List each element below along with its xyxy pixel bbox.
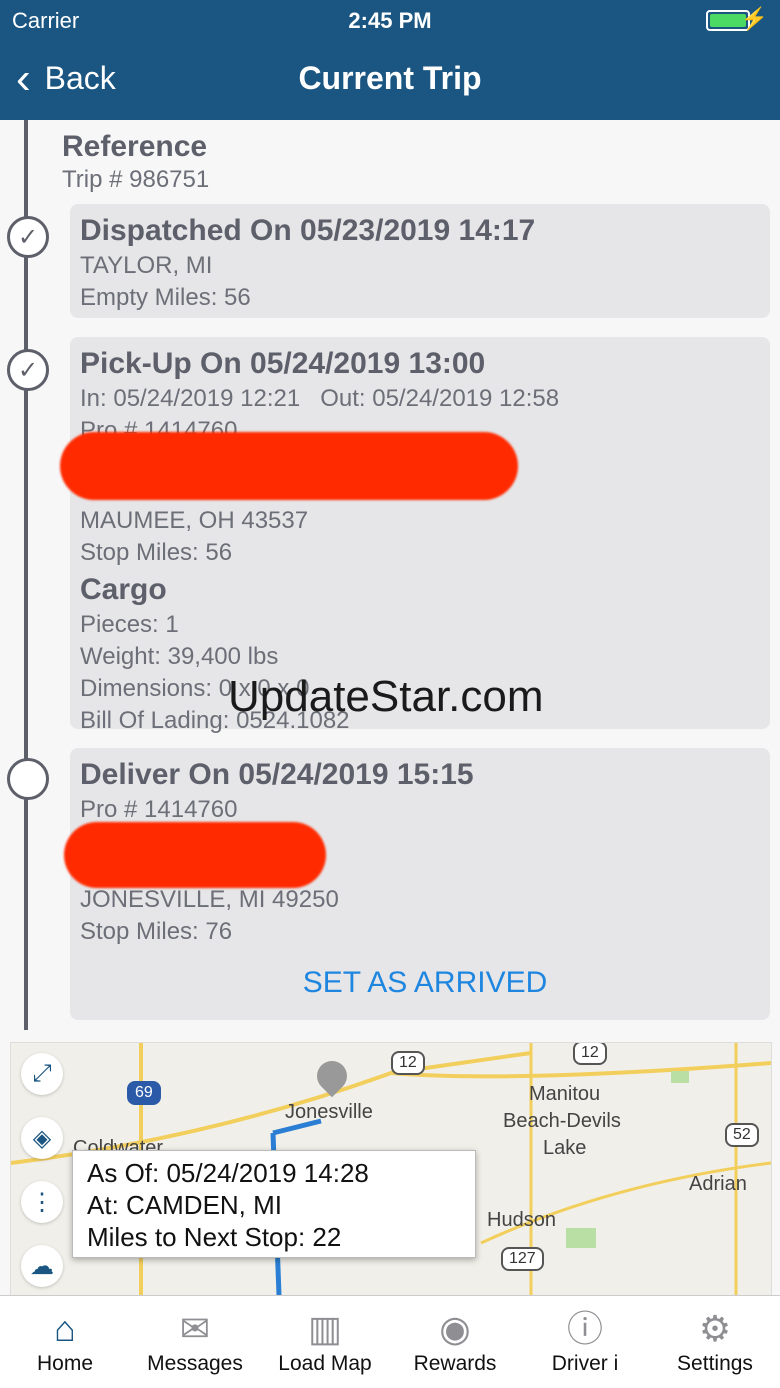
gear-icon: ⚙ — [698, 1308, 732, 1349]
location-popup: As Of: 05/24/2019 14:28 At: CAMDEN, MI M… — [72, 1150, 476, 1258]
tab-rewards[interactable]: ◉ Rewards — [390, 1296, 520, 1388]
traffic-icon[interactable]: ⋮ — [21, 1181, 63, 1223]
status-bar: Carrier 2:45 PM ⚡ — [0, 0, 780, 40]
map-icon: ▥ — [307, 1308, 342, 1349]
charging-icon: ⚡ — [740, 6, 768, 31]
tab-label: Settings — [677, 1352, 753, 1375]
home-icon: ⌂ — [54, 1308, 76, 1349]
route-shield-127: 127 — [501, 1247, 544, 1271]
check-circle-icon: ✓ — [7, 349, 49, 391]
tab-label: Driver i — [551, 1352, 619, 1375]
tab-label: Messages — [147, 1352, 243, 1375]
popup-location: At: CAMDEN, MI — [87, 1190, 283, 1220]
pickup-out-time: Out: 05/24/2019 12:58 — [320, 385, 560, 412]
route-shield-52: 52 — [725, 1123, 759, 1147]
pickup-stop-miles: Stop Miles: 56 — [80, 539, 233, 566]
set-as-arrived-button[interactable]: SET AS ARRIVED — [80, 966, 770, 1000]
trip-number: Trip # 986751 — [62, 166, 210, 193]
nav-header: Carrier 2:45 PM ⚡ ‹ Back Current Trip — [0, 0, 780, 120]
empty-miles: Empty Miles: 56 — [80, 284, 251, 311]
pickup-location: MAUMEE, OH 43537 — [80, 507, 309, 534]
popup-miles-next-stop: Miles to Next Stop: 22 — [87, 1222, 342, 1252]
popup-as-of: As Of: 05/24/2019 14:28 — [87, 1158, 369, 1188]
map-label-manitou: Manitou — [529, 1083, 601, 1105]
tab-driver-i[interactable]: ⓘ Driver i — [520, 1296, 650, 1388]
layers-icon[interactable]: ◈ — [21, 1117, 63, 1159]
check-circle-icon: ✓ — [7, 216, 49, 258]
route-shield-12: 12 — [573, 1043, 607, 1065]
rewards-icon: ◉ — [439, 1308, 471, 1349]
pickup-heading: Pick-Up On 05/24/2019 13:00 — [80, 347, 486, 380]
tab-home[interactable]: ⌂ Home — [0, 1296, 130, 1388]
map-label-adrian: Adrian — [689, 1173, 747, 1195]
envelope-icon: ✉ — [179, 1308, 211, 1349]
deliver-pro-number: Pro # 1414760 — [80, 796, 238, 823]
weather-icon[interactable]: ☁ — [21, 1245, 63, 1287]
tab-bar: ⌂ Home ✉ Messages ▥ Load Map ◉ Rewards ⓘ… — [0, 1295, 780, 1388]
dispatched-heading: Dispatched On 05/23/2019 14:17 — [80, 214, 536, 247]
expand-icon[interactable]: ⤢ — [21, 1053, 63, 1095]
deliver-location: JONESVILLE, MI 49250 — [80, 886, 339, 913]
tab-messages[interactable]: ✉ Messages — [130, 1296, 260, 1388]
dispatched-location: TAYLOR, MI — [80, 252, 213, 279]
redaction-mark — [60, 432, 518, 500]
tab-settings[interactable]: ⚙ Settings — [650, 1296, 780, 1388]
map-label-hudson: Hudson — [487, 1209, 556, 1231]
cargo-pieces: Pieces: 1 — [80, 611, 179, 638]
cargo-title: Cargo — [80, 573, 167, 606]
info-icon: ⓘ — [566, 1308, 603, 1349]
cargo-weight: Weight: 39,400 lbs — [80, 643, 279, 670]
pickup-in-time: In: 05/24/2019 12:21 — [80, 385, 301, 412]
map-label-beach-devils: Beach-Devils — [503, 1110, 621, 1132]
map-label-lake: Lake — [543, 1137, 587, 1159]
deliver-stop-miles: Stop Miles: 76 — [80, 918, 233, 945]
route-shield-12: 12 — [391, 1051, 425, 1075]
redaction-mark — [64, 822, 326, 888]
tab-load-map[interactable]: ▥ Load Map — [260, 1296, 390, 1388]
pickup-card: Pick-Up On 05/24/2019 13:00 In: 05/24/20… — [70, 337, 770, 734]
dispatched-card: Dispatched On 05/23/2019 14:17 TAYLOR, M… — [70, 204, 770, 318]
tab-label: Rewards — [413, 1352, 497, 1375]
reference-title: Reference — [62, 130, 208, 163]
tab-label: Home — [36, 1352, 94, 1375]
watermark: UpdateStar.com — [228, 672, 544, 721]
clock: 2:45 PM — [348, 8, 432, 33]
empty-circle-icon — [7, 758, 49, 800]
route-shield-69: 69 — [127, 1081, 161, 1105]
tab-label: Load Map — [278, 1352, 372, 1375]
map-label-jonesville: Jonesville — [285, 1101, 373, 1123]
page-title: Current Trip — [298, 60, 482, 96]
deliver-heading: Deliver On 05/24/2019 15:15 — [80, 758, 474, 791]
